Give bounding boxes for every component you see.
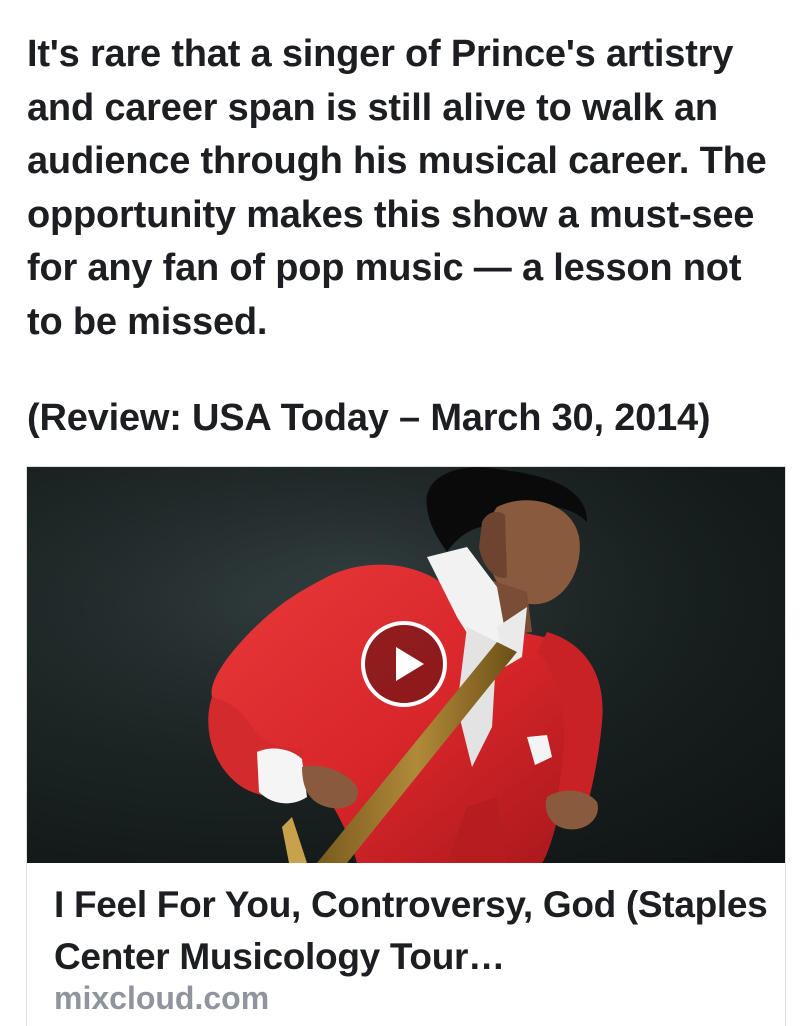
play-icon (396, 647, 424, 681)
video-thumbnail[interactable] (27, 467, 785, 863)
link-domain: mixcloud.com (54, 980, 270, 1016)
play-button[interactable] (361, 621, 447, 707)
post-text: It's rare that a singer of Prince's arti… (27, 33, 767, 343)
link-preview-card[interactable]: I Feel For You, Controversy, God (Staple… (26, 466, 786, 1026)
link-title[interactable]: I Feel For You, Controversy, God (Staple… (54, 879, 769, 983)
review-credit: (Review: USA Today – March 30, 2014) (27, 397, 711, 439)
